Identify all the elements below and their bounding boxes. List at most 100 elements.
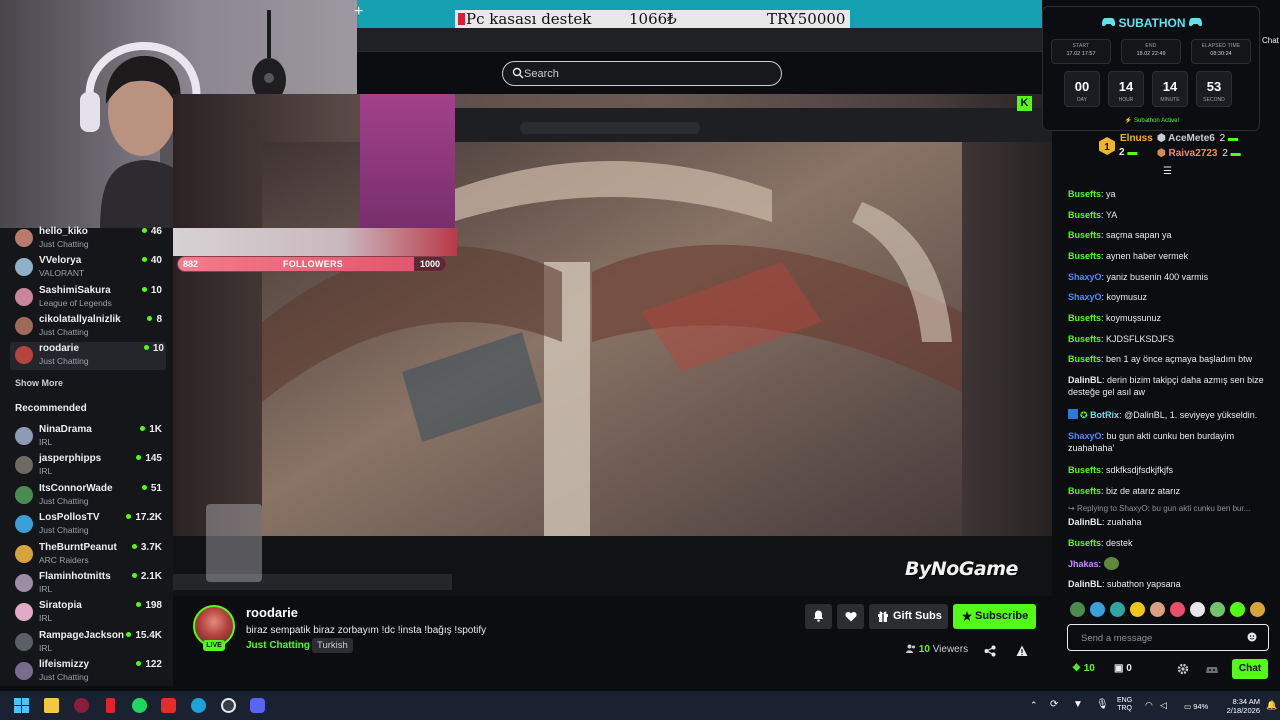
tray-lang-bottom: TRQ — [1117, 705, 1132, 712]
edge-browser-icon[interactable] — [191, 698, 206, 713]
chat-username[interactable]: ShaxyO — [1068, 272, 1102, 282]
chat-tab[interactable]: Chat — [1262, 36, 1279, 45]
gift-subs-button[interactable]: Gift Subs — [869, 604, 948, 629]
gear-icon[interactable] — [1177, 663, 1189, 675]
chat-username[interactable]: Busefts — [1068, 230, 1101, 240]
youtube-icon[interactable] — [161, 698, 176, 713]
gifter-third[interactable]: ⬢ Raiva2723 2 ▬ — [1157, 148, 1241, 159]
chat-username[interactable]: DalinBL — [1068, 517, 1102, 527]
channel-points-display[interactable]: ❖ 10 — [1072, 663, 1095, 674]
sidebar-channel-flaminhotmitts[interactable]: Flaminhotmitts IRL 2.1K — [14, 570, 164, 598]
notification-bell-icon[interactable]: 🔔 — [1266, 700, 1277, 711]
sub-count-display[interactable]: ▣ 0 — [1114, 663, 1132, 674]
sidebar-channel-itsconnorwade[interactable]: ItsConnorWade Just Chatting 51 — [14, 482, 164, 510]
report-flag-icon[interactable] — [1016, 645, 1028, 657]
stream-category-link[interactable]: Just Chatting — [246, 640, 310, 651]
language-tag[interactable]: Turkish — [312, 638, 353, 653]
emote-green-icon[interactable] — [1210, 602, 1225, 617]
follow-heart-button[interactable] — [837, 604, 864, 629]
emoji-picker-icon[interactable] — [1247, 632, 1257, 642]
new-tab-icon[interactable]: + — [354, 4, 368, 20]
chat-username[interactable]: ShaxyO — [1068, 431, 1102, 441]
sidebar-channel-theburntpeanut[interactable]: TheBurntPeanut ARC Raiders 3.7K — [14, 541, 164, 569]
notification-bell-button[interactable] — [805, 604, 832, 629]
chat-username[interactable]: Busefts — [1068, 189, 1101, 199]
obs-icon[interactable] — [221, 698, 236, 713]
tray-network-icon[interactable]: ▼ — [1073, 699, 1083, 710]
sidebar-channel-siratopia[interactable]: Siratopia IRL 198 — [14, 599, 164, 627]
sidebar-channel-lospollostv[interactable]: LosPollosTV Just Chatting 17.2K — [14, 511, 164, 539]
tray-battery[interactable]: ▭ 94% — [1184, 702, 1208, 711]
chat-username[interactable]: Busefts — [1068, 354, 1101, 364]
emote-teal-icon[interactable] — [1110, 602, 1125, 617]
sidebar-channel-vvelorya[interactable]: VVelorya VALORANT 40 — [14, 254, 164, 282]
chat-input-box[interactable] — [1067, 624, 1269, 651]
streamer-name[interactable]: roodarie — [246, 605, 298, 620]
chat-username[interactable]: Busefts — [1068, 486, 1101, 496]
chat-send-button[interactable]: Chat — [1232, 659, 1268, 679]
chat-username[interactable]: Busefts — [1068, 251, 1101, 261]
video-player[interactable]: K ByNoGame — [173, 94, 1052, 596]
chat-username[interactable]: Jhakas — [1068, 559, 1099, 569]
tray-volume-icon[interactable]: ◁ — [1160, 700, 1167, 711]
emote-kick-icon[interactable] — [1230, 602, 1245, 617]
search-input[interactable] — [524, 64, 774, 84]
mod-tools-icon[interactable] — [1205, 662, 1219, 676]
emote-frog-icon[interactable] — [1070, 602, 1085, 617]
chat-text: saçma sapan ya — [1106, 230, 1172, 240]
sidebar-channel-hello-kiko[interactable]: hello_kiko Just Chatting 46 — [14, 225, 164, 253]
app-bookmark-icon[interactable] — [106, 698, 115, 713]
reply-reference[interactable]: ↪ Replying to ShaxyO: bu gun akti cunku … — [1068, 504, 1278, 513]
reply-arrow-icon: ↪ — [1068, 504, 1075, 513]
tray-sync-icon[interactable]: ⟳ — [1050, 699, 1058, 710]
chat-username[interactable]: Busefts — [1068, 465, 1101, 475]
gifter-first[interactable]: Elnuss — [1120, 133, 1153, 144]
emote-white-icon[interactable] — [1190, 602, 1205, 617]
sidebar-channel-ninadrama[interactable]: NinaDrama IRL 1K — [14, 423, 164, 451]
subscribe-button[interactable]: Subscribe — [953, 604, 1036, 629]
discord-icon[interactable] — [250, 698, 265, 713]
chat-username[interactable]: BotRix — [1090, 410, 1119, 420]
sidebar-channel-jasperphipps[interactable]: jasperphipps IRL 145 — [14, 452, 164, 480]
channel-name: LosPollosTV — [39, 512, 100, 523]
gifter-second[interactable]: ⬢ AceMete6 2 ▬ — [1157, 133, 1238, 144]
show-more-link[interactable]: Show More — [15, 378, 63, 388]
subathon-status-text: Subathon Active! — [1134, 118, 1180, 124]
emote-face-icon[interactable] — [1150, 602, 1165, 617]
chat-username[interactable]: Busefts — [1068, 538, 1101, 548]
spotify-icon[interactable] — [132, 698, 147, 713]
app-red-icon[interactable] — [74, 698, 89, 713]
chat-username[interactable]: Busefts — [1068, 334, 1101, 344]
file-explorer-icon[interactable] — [44, 698, 59, 713]
tray-chevron-icon[interactable]: ⌃ — [1030, 700, 1038, 711]
windows-start-icon[interactable] — [14, 698, 29, 713]
cup-image — [206, 504, 262, 582]
chat-username[interactable]: Busefts — [1068, 313, 1101, 323]
collapse-leaderboard-icon[interactable]: ☰ — [1163, 166, 1172, 177]
channel-viewers: 10 — [142, 285, 162, 296]
tray-clock[interactable]: 8:34 AM 2/18/2026 — [1216, 697, 1260, 715]
sidebar-channel-roodarie[interactable]: roodarie Just Chatting 10 — [10, 342, 166, 370]
emote-blue-icon[interactable] — [1090, 602, 1105, 617]
emote-pink-icon[interactable] — [1170, 602, 1185, 617]
gift-icon — [878, 611, 888, 622]
chat-username[interactable]: Busefts — [1068, 210, 1101, 220]
emote-gold-icon[interactable] — [1250, 602, 1265, 617]
sidebar-channel-cikolatallyalnizlik[interactable]: cikolatallyalnizlik Just Chatting 8 — [14, 313, 164, 341]
tray-mic-icon[interactable]: 🎙 — [1096, 699, 1109, 710]
chat-username[interactable]: DalinBL — [1068, 375, 1102, 385]
share-icon[interactable] — [984, 645, 996, 657]
sidebar-channel-lifeismizzy[interactable]: lifeismizzy Just Chatting 122 — [14, 658, 164, 686]
search-box[interactable] — [502, 61, 782, 86]
chat-username[interactable]: ShaxyO — [1068, 292, 1102, 302]
chat-message-input[interactable] — [1081, 631, 1251, 645]
chat-username[interactable]: DalinBL — [1068, 579, 1102, 589]
channel-name: VVelorya — [39, 255, 82, 266]
emote-yellow-icon[interactable] — [1130, 602, 1145, 617]
tray-wifi-icon[interactable]: ◠ — [1145, 700, 1153, 711]
sidebar-channel-rampagejackson[interactable]: RampageJackson IRL 15.4K — [14, 629, 164, 657]
quick-emote-bar — [1066, 602, 1270, 620]
sidebar-channel-sashimisakura[interactable]: SashimiSakura League of Legends 10 — [14, 284, 164, 312]
subathon-end-label: END — [1145, 43, 1157, 49]
tray-language[interactable]: ENG TRQ — [1117, 697, 1132, 713]
